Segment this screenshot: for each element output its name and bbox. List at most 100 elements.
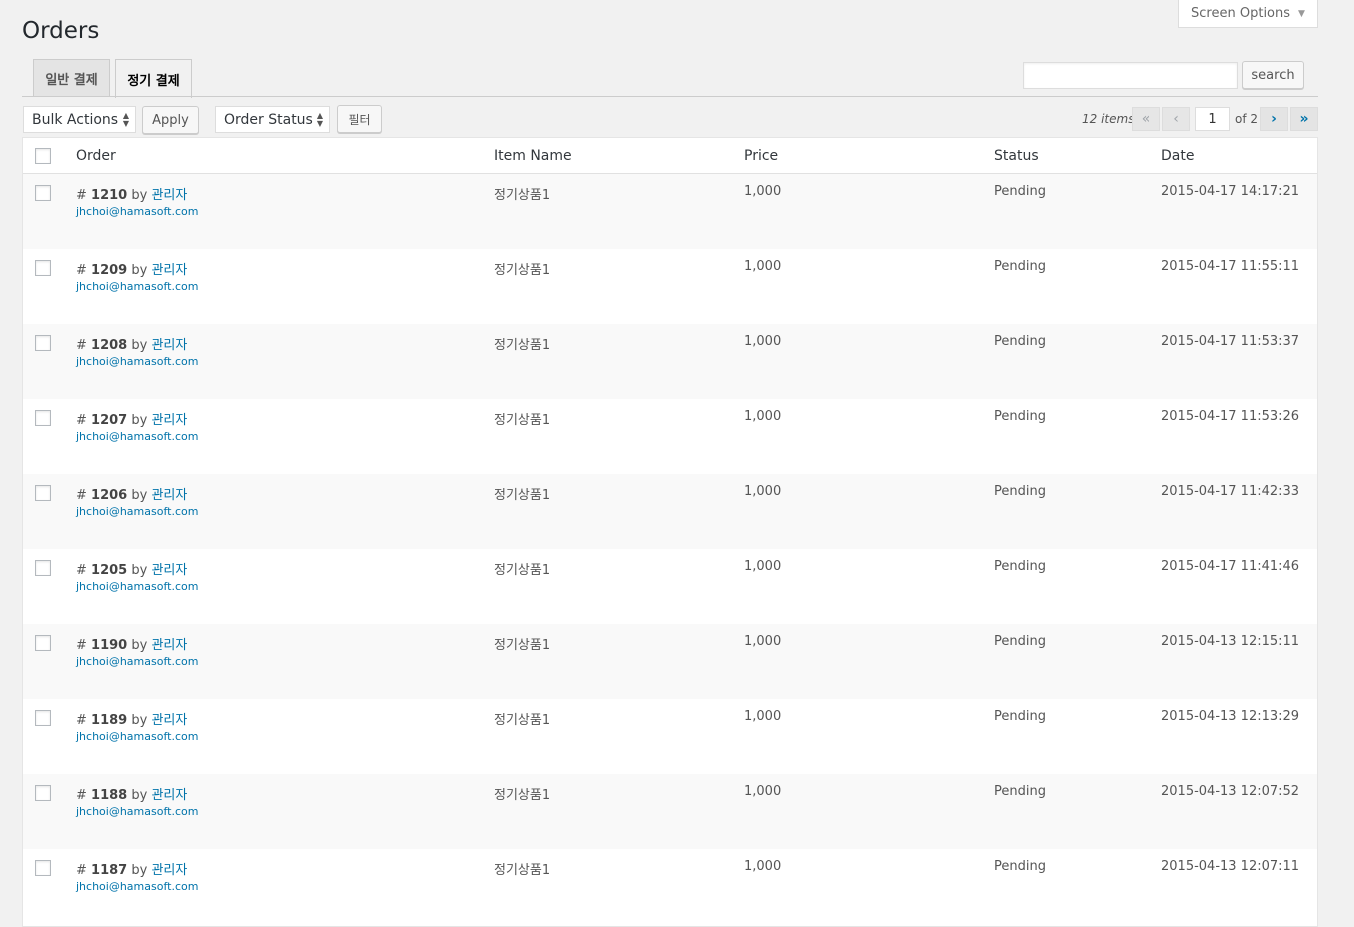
column-date: Date — [1161, 148, 1195, 164]
order-user-link[interactable]: 관리자 — [151, 788, 187, 803]
order-summary: # 1190 by 관리자 — [76, 634, 187, 653]
row-checkbox[interactable] — [35, 860, 51, 876]
order-user-link[interactable]: 관리자 — [151, 638, 187, 653]
status: Pending — [994, 259, 1046, 274]
order-by: by — [131, 413, 148, 428]
search-input[interactable] — [1023, 62, 1238, 89]
order-email-link[interactable]: jhchoi@hamasoft.com — [76, 580, 198, 593]
table-row: # 1190 by 관리자 jhchoi@hamasoft.com 정기상품1 1,0… — [23, 624, 1317, 699]
order-hash: # — [76, 263, 87, 278]
order-status-value: Order Status — [224, 111, 313, 128]
order-user-link[interactable]: 관리자 — [151, 263, 187, 278]
apply-button[interactable]: Apply — [142, 106, 199, 134]
order-id[interactable]: 1205 — [91, 563, 127, 578]
order-user-link[interactable]: 관리자 — [151, 338, 187, 353]
select-arrows-icon: ▲ ▼ — [122, 111, 129, 128]
bulk-actions-value: Bulk Actions — [32, 111, 119, 128]
screen-options-button[interactable]: Screen Options ▼ — [1178, 0, 1318, 28]
order-email-link[interactable]: jhchoi@hamasoft.com — [76, 355, 198, 368]
row-checkbox[interactable] — [35, 260, 51, 276]
order-by: by — [131, 713, 148, 728]
row-checkbox[interactable] — [35, 560, 51, 576]
tab-general-payment[interactable]: 일반 결제 — [33, 59, 110, 97]
item-name: 정기상품1 — [494, 788, 551, 803]
column-price: Price — [744, 148, 779, 164]
tab-recurring-payment[interactable]: 정기 결제 — [115, 59, 192, 98]
order-id[interactable]: 1206 — [91, 488, 127, 503]
row-checkbox[interactable] — [35, 785, 51, 801]
order-hash: # — [76, 188, 87, 203]
order-id[interactable]: 1207 — [91, 413, 127, 428]
order-date: 2015-04-17 14:17:21 — [1161, 184, 1300, 199]
order-by: by — [131, 338, 148, 353]
order-user-link[interactable]: 관리자 — [151, 488, 187, 503]
order-email-link[interactable]: jhchoi@hamasoft.com — [76, 730, 198, 743]
order-id[interactable]: 1208 — [91, 338, 127, 353]
status: Pending — [994, 559, 1046, 574]
page-title: Orders — [22, 18, 100, 44]
screen-options-label: Screen Options — [1191, 6, 1291, 21]
row-checkbox[interactable] — [35, 485, 51, 501]
price: 1,000 — [744, 559, 782, 574]
order-summary: # 1187 by 관리자 — [76, 859, 187, 878]
order-date: 2015-04-17 11:53:26 — [1161, 409, 1300, 424]
order-email-link[interactable]: jhchoi@hamasoft.com — [76, 505, 198, 518]
prev-page-button: ‹ — [1162, 107, 1190, 131]
order-user-link[interactable]: 관리자 — [151, 713, 187, 728]
order-status-select[interactable]: Order Status ▲ ▼ — [215, 106, 330, 133]
last-page-button[interactable]: » — [1290, 107, 1318, 131]
item-name: 정기상품1 — [494, 713, 551, 728]
row-checkbox[interactable] — [35, 410, 51, 426]
item-name: 정기상품1 — [494, 563, 551, 578]
order-user-link[interactable]: 관리자 — [151, 863, 187, 878]
order-date: 2015-04-17 11:42:33 — [1161, 484, 1300, 499]
order-email-link[interactable]: jhchoi@hamasoft.com — [76, 430, 198, 443]
price: 1,000 — [744, 484, 782, 499]
order-summary: # 1205 by 관리자 — [76, 559, 187, 578]
table-row: # 1209 by 관리자 jhchoi@hamasoft.com 정기상품1 1,0… — [23, 249, 1317, 324]
order-id[interactable]: 1187 — [91, 863, 127, 878]
status: Pending — [994, 334, 1046, 349]
order-id[interactable]: 1190 — [91, 638, 127, 653]
price: 1,000 — [744, 784, 782, 799]
order-email-link[interactable]: jhchoi@hamasoft.com — [76, 805, 198, 818]
order-id[interactable]: 1189 — [91, 713, 127, 728]
order-email-link[interactable]: jhchoi@hamasoft.com — [76, 205, 198, 218]
filter-button[interactable]: 필터 — [337, 105, 382, 133]
item-name: 정기상품1 — [494, 263, 551, 278]
order-by: by — [131, 563, 148, 578]
order-summary: # 1207 by 관리자 — [76, 409, 187, 428]
order-hash: # — [76, 788, 87, 803]
row-checkbox[interactable] — [35, 635, 51, 651]
order-id[interactable]: 1188 — [91, 788, 127, 803]
next-page-button[interactable]: › — [1260, 107, 1288, 131]
order-summary: # 1188 by 관리자 — [76, 784, 187, 803]
search-button[interactable]: search — [1242, 61, 1304, 89]
status: Pending — [994, 634, 1046, 649]
order-user-link[interactable]: 관리자 — [151, 413, 187, 428]
order-by: by — [131, 488, 148, 503]
row-checkbox[interactable] — [35, 185, 51, 201]
items-count: 12 items — [1082, 112, 1135, 126]
row-checkbox[interactable] — [35, 710, 51, 726]
tab-label: 정기 결제 — [127, 73, 180, 89]
current-page-input[interactable]: 1 — [1195, 107, 1230, 131]
price: 1,000 — [744, 334, 782, 349]
order-id[interactable]: 1209 — [91, 263, 127, 278]
order-date: 2015-04-17 11:55:11 — [1161, 259, 1300, 274]
order-id[interactable]: 1210 — [91, 188, 127, 203]
order-email-link[interactable]: jhchoi@hamasoft.com — [76, 280, 198, 293]
table-row: # 1188 by 관리자 jhchoi@hamasoft.com 정기상품1 1,0… — [23, 774, 1317, 849]
tab-label: 일반 결제 — [45, 73, 98, 88]
order-hash: # — [76, 863, 87, 878]
bulk-actions-select[interactable]: Bulk Actions ▲ ▼ — [23, 106, 136, 133]
order-user-link[interactable]: 관리자 — [151, 563, 187, 578]
order-email-link[interactable]: jhchoi@hamasoft.com — [76, 880, 198, 893]
order-user-link[interactable]: 관리자 — [151, 188, 187, 203]
table-header: Order Item Name Price Status Date — [23, 138, 1317, 174]
select-all-checkbox[interactable] — [35, 148, 51, 164]
price: 1,000 — [744, 709, 782, 724]
order-email-link[interactable]: jhchoi@hamasoft.com — [76, 655, 198, 668]
row-checkbox[interactable] — [35, 335, 51, 351]
order-date: 2015-04-17 11:53:37 — [1161, 334, 1300, 349]
